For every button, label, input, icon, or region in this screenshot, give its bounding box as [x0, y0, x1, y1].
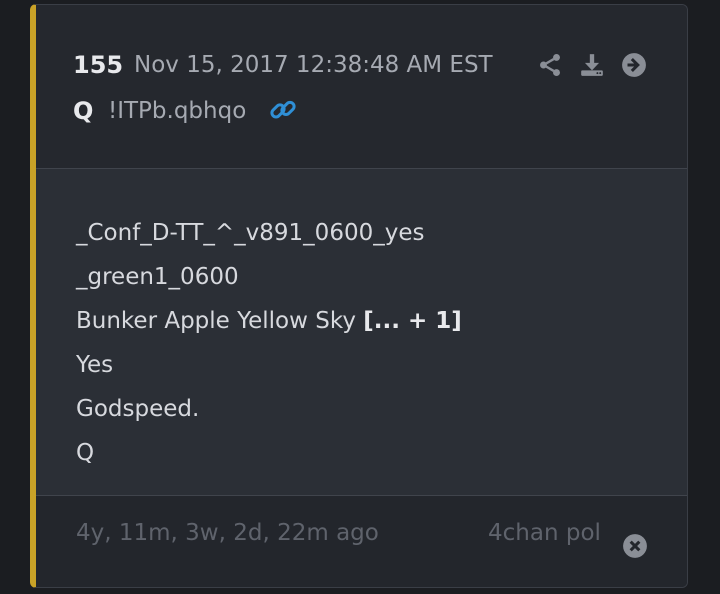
- post-footer: 4y, 11m, 3w, 2d, 22m ago 4chan pol: [36, 496, 687, 587]
- post-text: _Conf_D-TT_^_v891_0600_yes _green1_0600 …: [76, 211, 462, 475]
- body-line: Bunker Apple Yellow Sky [... + 1]: [76, 299, 462, 343]
- body-line-text: Bunker Apple Yellow Sky: [76, 308, 364, 334]
- navigate-forward-icon[interactable]: [620, 51, 648, 79]
- post-actions: [536, 51, 648, 79]
- link-icon[interactable]: [268, 95, 298, 125]
- expand-more-link[interactable]: [... + 1]: [363, 308, 462, 334]
- body-line: Yes: [76, 352, 114, 378]
- relative-time: 4y, 11m, 3w, 2d, 22m ago: [76, 520, 379, 546]
- close-circle-icon[interactable]: [622, 533, 648, 559]
- post-number[interactable]: 155: [73, 51, 123, 79]
- body-line: Godspeed.: [76, 396, 200, 422]
- body-line: _green1_0600: [76, 264, 239, 290]
- post-card: 155 Nov 15, 2017 12:38:48 AM EST Q !ITPb…: [30, 4, 688, 588]
- source-label: 4chan pol: [488, 520, 601, 546]
- tripcode: !ITPb.qbhqo: [108, 98, 247, 124]
- download-icon[interactable]: [578, 51, 606, 79]
- post-timestamp: Nov 15, 2017 12:38:48 AM EST: [134, 52, 493, 78]
- body-line: _Conf_D-TT_^_v891_0600_yes: [76, 220, 425, 246]
- post-body: _Conf_D-TT_^_v891_0600_yes _green1_0600 …: [36, 169, 687, 496]
- author-name: Q: [73, 97, 94, 125]
- body-line: Q: [76, 440, 95, 466]
- share-icon[interactable]: [536, 51, 564, 79]
- post-header: 155 Nov 15, 2017 12:38:48 AM EST Q !ITPb…: [36, 5, 687, 169]
